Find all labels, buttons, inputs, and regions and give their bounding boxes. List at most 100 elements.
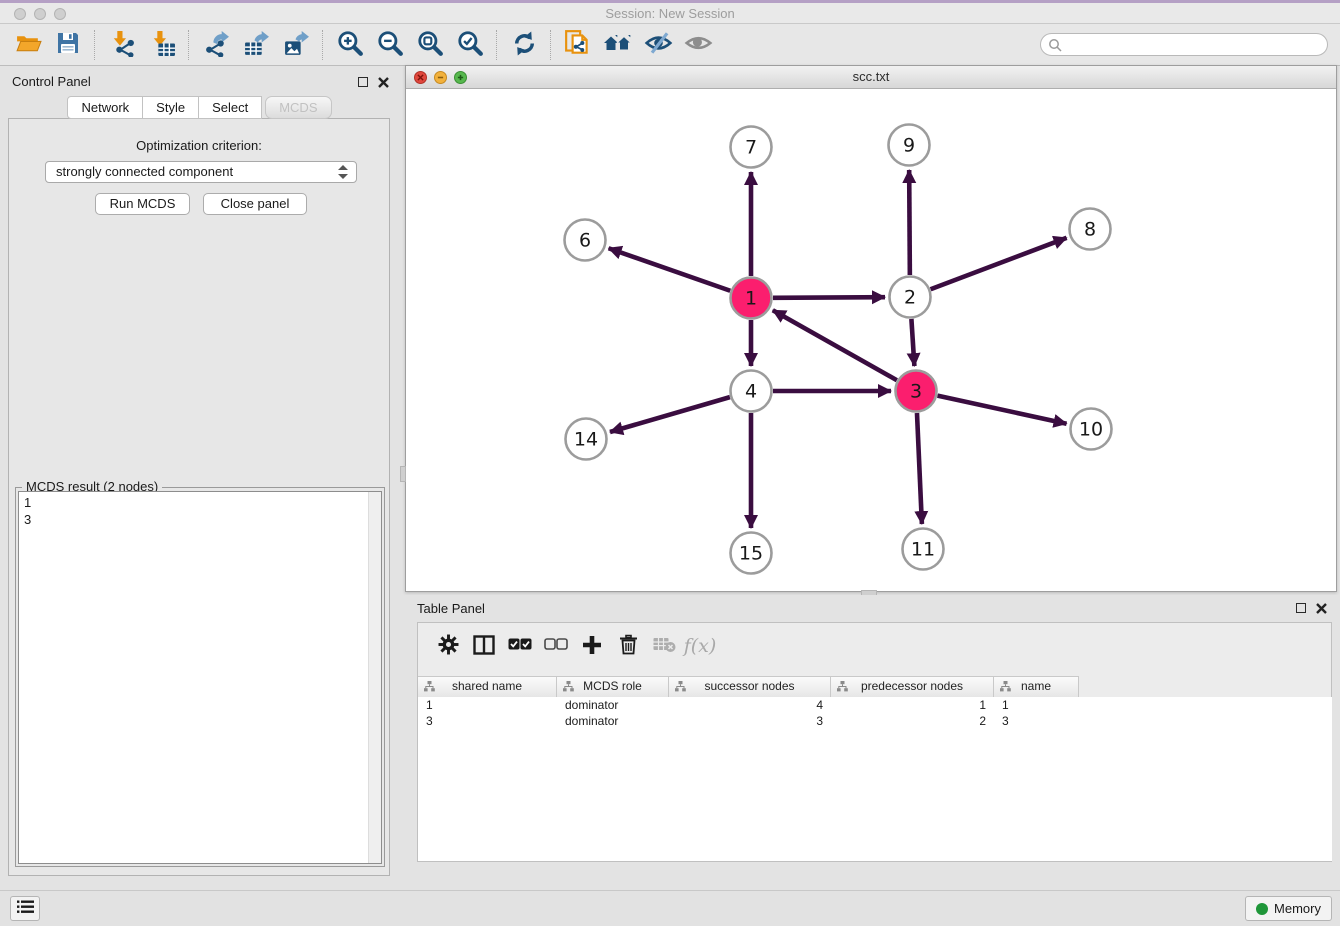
column-header[interactable]: MCDS role bbox=[557, 677, 669, 697]
table-settings-button[interactable] bbox=[430, 631, 466, 661]
graph-edges bbox=[609, 170, 1067, 528]
tab-style[interactable]: Style bbox=[142, 96, 199, 119]
select-all-button[interactable] bbox=[502, 631, 538, 661]
tab-network[interactable]: Network bbox=[67, 96, 143, 119]
float-table-panel-icon[interactable] bbox=[1294, 601, 1308, 615]
import-table-button[interactable] bbox=[142, 28, 182, 62]
graph-node-label: 7 bbox=[745, 137, 757, 159]
tab-mcds[interactable]: MCDS bbox=[265, 96, 331, 119]
refresh-button[interactable] bbox=[504, 28, 544, 62]
double-home-icon bbox=[603, 29, 633, 60]
table-row[interactable]: 1dominator411 bbox=[418, 697, 1332, 713]
graph-node-label: 10 bbox=[1079, 419, 1103, 441]
result-scrollbar[interactable] bbox=[368, 492, 381, 863]
table-panel: Table Panel bbox=[405, 595, 1340, 890]
eye-slash-icon bbox=[644, 29, 673, 60]
table-body: 1dominator4113dominator323 bbox=[418, 697, 1332, 847]
mcds-result-group: MCDS result (2 nodes) 1 3 bbox=[15, 487, 385, 867]
hide-graphics-details-button[interactable] bbox=[638, 28, 678, 62]
task-history-button[interactable] bbox=[10, 896, 40, 921]
export-network-button[interactable] bbox=[196, 28, 236, 62]
close-table-panel-icon[interactable] bbox=[1314, 601, 1328, 615]
table-cell: 3 bbox=[669, 713, 831, 729]
memory-label: Memory bbox=[1274, 901, 1321, 916]
delete-button[interactable] bbox=[610, 631, 646, 661]
network-canvas[interactable]: 7968124314101511 bbox=[406, 89, 1336, 591]
graph-edge-1-6[interactable] bbox=[609, 248, 731, 290]
export-network-icon bbox=[203, 30, 230, 60]
search-icon bbox=[1048, 38, 1063, 53]
memory-status-icon bbox=[1256, 903, 1268, 915]
clone-network-button[interactable] bbox=[558, 28, 598, 62]
column-header[interactable]: predecessor nodes bbox=[831, 677, 994, 697]
show-column-panel-button[interactable] bbox=[466, 631, 502, 661]
zoom-out-button[interactable] bbox=[370, 28, 410, 62]
table-cell: dominator bbox=[557, 697, 669, 713]
search-input[interactable] bbox=[1040, 33, 1328, 56]
table-cell: 4 bbox=[669, 697, 831, 713]
table-cell: 1 bbox=[994, 697, 1079, 713]
home-button[interactable] bbox=[598, 28, 638, 62]
save-disk-icon bbox=[55, 30, 81, 59]
clone-network-icon bbox=[564, 29, 592, 60]
zoom-fit-button[interactable] bbox=[410, 28, 450, 62]
column-header-label: successor nodes bbox=[704, 679, 794, 693]
network-window-titlebar: scc.txt bbox=[406, 66, 1336, 89]
graph-edge-2-9[interactable] bbox=[909, 170, 910, 275]
graph-edge-1-2[interactable] bbox=[773, 297, 885, 298]
column-header-label: name bbox=[1021, 679, 1051, 693]
select-stepper-icon bbox=[338, 165, 348, 179]
hierarchy-icon bbox=[675, 681, 686, 692]
criterion-select[interactable]: strongly connected component bbox=[45, 161, 357, 183]
export-table-button[interactable] bbox=[236, 28, 276, 62]
graph-edge-2-3[interactable] bbox=[911, 319, 914, 366]
table-cell: 1 bbox=[831, 697, 994, 713]
network-view-window: scc.txt 7968124314101511 bbox=[405, 65, 1337, 592]
add-button[interactable] bbox=[574, 631, 610, 661]
export-image-icon bbox=[283, 30, 310, 60]
graph-edge-3-10[interactable] bbox=[937, 396, 1066, 424]
open-session-button[interactable] bbox=[8, 28, 48, 62]
column-header[interactable]: name bbox=[994, 677, 1079, 697]
graph-node-label: 14 bbox=[574, 429, 598, 451]
list-icon bbox=[17, 900, 34, 917]
mcds-tab-content: Optimization criterion: strongly connect… bbox=[8, 118, 390, 876]
save-session-button[interactable] bbox=[48, 28, 88, 62]
columns-icon bbox=[473, 635, 495, 658]
column-header[interactable]: shared name bbox=[418, 677, 557, 697]
column-header-label: shared name bbox=[452, 679, 522, 693]
column-header[interactable]: successor nodes bbox=[669, 677, 831, 697]
zoom-in-button[interactable] bbox=[330, 28, 370, 62]
close-panel-icon[interactable] bbox=[376, 75, 390, 89]
delete-table-button[interactable] bbox=[646, 631, 682, 661]
zoom-selected-button[interactable] bbox=[450, 28, 490, 62]
float-panel-icon[interactable] bbox=[356, 75, 370, 89]
graph-node-label: 3 bbox=[910, 381, 922, 403]
graph-node-label: 2 bbox=[904, 287, 916, 309]
show-graphics-details-button[interactable] bbox=[678, 28, 718, 62]
graph-edge-3-1[interactable] bbox=[773, 310, 897, 380]
function-builder-button[interactable]: f(x) bbox=[682, 631, 718, 661]
table-row[interactable]: 3dominator323 bbox=[418, 713, 1332, 729]
export-image-button[interactable] bbox=[276, 28, 316, 62]
memory-button[interactable]: Memory bbox=[1245, 896, 1332, 921]
control-panel: Control Panel Network Style Select MCDS … bbox=[0, 68, 400, 880]
graph-edge-4-14[interactable] bbox=[610, 397, 730, 432]
zoom-selected-icon bbox=[456, 29, 484, 60]
checked-boxes-icon bbox=[508, 638, 532, 654]
tab-select[interactable]: Select bbox=[198, 96, 262, 119]
graph-edge-2-8[interactable] bbox=[931, 238, 1067, 289]
close-panel-button[interactable]: Close panel bbox=[203, 193, 307, 215]
import-network-icon bbox=[109, 30, 136, 60]
vertical-splitter-handle[interactable] bbox=[400, 466, 406, 482]
control-panel-title: Control Panel bbox=[12, 74, 91, 89]
table-toolbar: f(x) bbox=[418, 623, 1331, 669]
deselect-all-button[interactable] bbox=[538, 631, 574, 661]
delete-table-icon bbox=[653, 636, 676, 656]
mcds-result-text[interactable]: 1 3 bbox=[18, 491, 382, 864]
main-toolbar bbox=[0, 24, 1340, 66]
graph-edge-3-11[interactable] bbox=[917, 413, 922, 524]
run-mcds-button[interactable]: Run MCDS bbox=[95, 193, 190, 215]
import-network-button[interactable] bbox=[102, 28, 142, 62]
column-header-label: predecessor nodes bbox=[861, 679, 963, 693]
